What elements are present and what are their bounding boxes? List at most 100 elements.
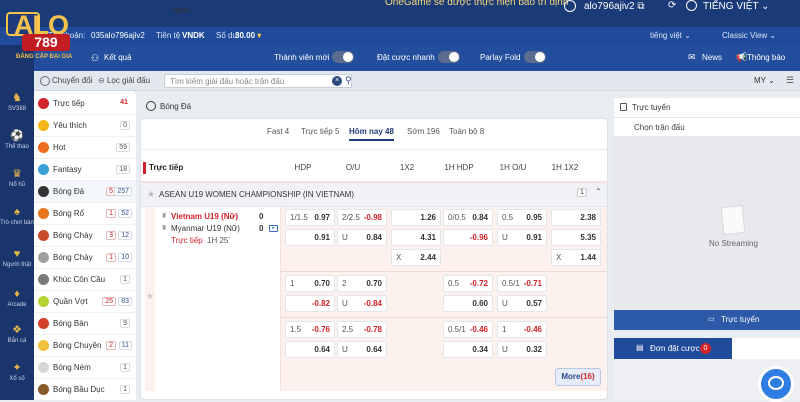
odds-cell[interactable]: U 0.91	[497, 229, 547, 246]
odds-cell[interactable]: 0.5 -0.72	[443, 275, 493, 292]
sidebar-item[interactable]: Bóng Chày 1 10	[34, 247, 136, 269]
sidebar-count: 0	[120, 121, 130, 130]
odds-cell[interactable]: 2.5 -0.78	[337, 321, 387, 338]
odds-cell[interactable]: 0.91	[285, 229, 335, 246]
sidebar-count: 1	[106, 209, 116, 218]
tab-3[interactable]: Sớm 196	[407, 127, 440, 136]
sidebar-item[interactable]: Bóng Bàn 9	[34, 313, 136, 335]
team-home-score: 0	[259, 212, 264, 221]
search-input[interactable]: Tìm kiếm giải đấu hoặc trận đấu	[170, 77, 284, 86]
odds-cell[interactable]: 2.38	[551, 209, 601, 226]
favorite-star-icon[interactable]: ★	[147, 189, 155, 200]
sport-icon	[38, 340, 49, 351]
odds-cell[interactable]: X 1.44	[551, 249, 601, 266]
more-button[interactable]: More(16)	[555, 368, 601, 386]
odds-cell[interactable]: -0.96	[443, 229, 493, 246]
nav-sports[interactable]: ⚽ Thể thao	[0, 130, 34, 150]
sidebar-item[interactable]: Trực tiếp 41	[34, 93, 136, 115]
odds-cell[interactable]: 2/2.5 -0.98	[337, 209, 387, 226]
sport-title: Bóng Đá	[160, 102, 192, 111]
switch-button[interactable]: Chuyển đổi	[40, 76, 92, 86]
nav-arcade[interactable]: ♦ Arcade	[0, 288, 34, 308]
odds-cell[interactable]: X 2.44	[391, 249, 441, 266]
odds-cell[interactable]: 0.5 0.95	[497, 209, 547, 226]
odds-cell[interactable]: U 0.84	[337, 229, 387, 246]
sidebar-item[interactable]: Bóng Chày 3 12	[34, 225, 136, 247]
new-member-toggle[interactable]	[332, 51, 354, 63]
sidebar-item[interactable]: Hot 59	[34, 137, 136, 159]
logo-number: 789	[22, 34, 70, 51]
odds-cell[interactable]: 5.35	[551, 229, 601, 246]
nav-lottery[interactable]: ✦ Xổ số	[0, 362, 34, 382]
nav-slots[interactable]: ♛ Nổ hũ	[0, 168, 34, 188]
search-box[interactable]: Tìm kiếm giải đấu hoặc trận đấu × ⚲	[164, 74, 352, 88]
odds-cell[interactable]: 0.60	[443, 295, 493, 312]
nav-fishing[interactable]: ❖ Bắn cá	[0, 324, 34, 344]
match-favorite-icon[interactable]: ★	[146, 291, 154, 302]
tab-2[interactable]: Hôm nay 48	[349, 127, 394, 141]
chat-button[interactable]	[758, 366, 794, 402]
lang-select[interactable]: tiếng việt ⌄	[650, 31, 691, 40]
sidebar-item[interactable]: Yêu thích 0	[34, 115, 136, 137]
sidebar-item[interactable]: Quần Vợt 25 83	[34, 291, 136, 313]
team-away[interactable]: Myanmar U19 (Nữ)	[171, 224, 240, 233]
balance-value[interactable]: 30.00 ▾	[235, 31, 261, 40]
odds-cell[interactable]: -0.82	[285, 295, 335, 312]
league-row[interactable]: ★ ASEAN U19 WOMEN CHAMPIONSHIP (IN VIETN…	[141, 183, 607, 207]
odds-cell[interactable]: 1.26	[391, 209, 441, 226]
notice-button[interactable]: Thông báo	[747, 53, 785, 62]
live-button[interactable]: ▭ Trực tuyến	[614, 310, 800, 330]
sidebar-item[interactable]: Bóng Ném 1	[34, 357, 136, 379]
history-tab[interactable]: Histo	[172, 6, 800, 359]
search-icon[interactable]: ⚲	[345, 75, 352, 86]
nav-live-casino[interactable]: ♥ Người thật	[0, 248, 34, 269]
odds-cell[interactable]: 4.31	[391, 229, 441, 246]
team-home[interactable]: Vietnam U19 (Nữ)	[171, 212, 238, 221]
odds-cell[interactable]: U 0.57	[497, 295, 547, 312]
logo[interactable]: ALO 789 ĐẲNG CẤP ĐẠI GIA	[4, 10, 82, 72]
nav-table-games[interactable]: ♠ Trò chơi bàn	[0, 206, 34, 227]
choose-match[interactable]: Chọn trận đấu	[614, 118, 800, 136]
odds-cell[interactable]: 0.5/1 -0.71	[497, 275, 547, 292]
sport-icon	[38, 252, 49, 263]
tv-icon[interactable]: ▸	[269, 225, 278, 232]
results-button[interactable]: Kết quả	[104, 53, 132, 62]
sidebar-count-total: 12	[118, 231, 132, 240]
odds-cell[interactable]: 1.5 -0.76	[285, 321, 335, 338]
tab-0[interactable]: Fast 4	[267, 127, 289, 136]
language-selector[interactable]: TIẾNG VIỆT ⌄	[703, 1, 770, 12]
settings-icon[interactable]: ☰	[786, 75, 794, 86]
sidebar-item[interactable]: Bóng Chuyền 2 11	[34, 335, 136, 357]
odds-cell[interactable]: U 0.32	[497, 341, 547, 358]
collapse-icon[interactable]: ⌃	[595, 187, 602, 196]
sidebar-item[interactable]: Fantasy 18	[34, 159, 136, 181]
sidebar-item[interactable]: Bóng Đá 5 257	[34, 181, 136, 203]
refresh-icon[interactable]: ⟳	[668, 0, 676, 11]
sidebar-item[interactable]: Khúc Côn Cầu 1	[34, 269, 136, 291]
odds-cell[interactable]: 0.64	[285, 341, 335, 358]
view-select[interactable]: Classic View ⌄	[722, 31, 776, 40]
odds-type-select[interactable]: MY ⌄	[754, 76, 775, 85]
odds-cell[interactable]: U 0.64	[337, 341, 387, 358]
sidebar-item[interactable]: Bóng Rổ 1 52	[34, 203, 136, 225]
clear-icon[interactable]: ×	[332, 76, 342, 86]
odds-cell[interactable]: U -0.84	[337, 295, 387, 312]
quick-bet-toggle[interactable]	[438, 51, 460, 63]
odds-cell[interactable]: 0/0.5 0.84	[443, 209, 493, 226]
odds-cell[interactable]: 1/1.5 0.97	[285, 209, 335, 226]
user-account[interactable]: alo796ajiv2 ⧉	[584, 1, 645, 12]
odds-cell[interactable]: 0.34	[443, 341, 493, 358]
odds-cell[interactable]: 1 -0.46	[497, 321, 547, 338]
tab-1[interactable]: Trực tiếp 5	[301, 127, 339, 136]
news-button[interactable]: News	[702, 53, 722, 62]
nav-sv388[interactable]: ♞ SV388	[0, 92, 34, 112]
tab-4[interactable]: Toàn bộ 8	[449, 127, 484, 136]
odds-cell[interactable]: 1 0.70	[285, 275, 335, 292]
bet-slip-tab[interactable]: ▤ Đơn đặt cược 0	[614, 338, 732, 359]
filter-league-button[interactable]: ⊖ Lọc giải đấu	[98, 76, 150, 85]
sidebar-count-total: 52	[118, 209, 132, 218]
parlay-fold-toggle[interactable]	[524, 51, 546, 63]
odds-cell[interactable]: 0.5/1 -0.46	[443, 321, 493, 338]
sidebar-item[interactable]: Bóng Bầu Dục 1	[34, 379, 136, 401]
odds-cell[interactable]: 2 0.70	[337, 275, 387, 292]
